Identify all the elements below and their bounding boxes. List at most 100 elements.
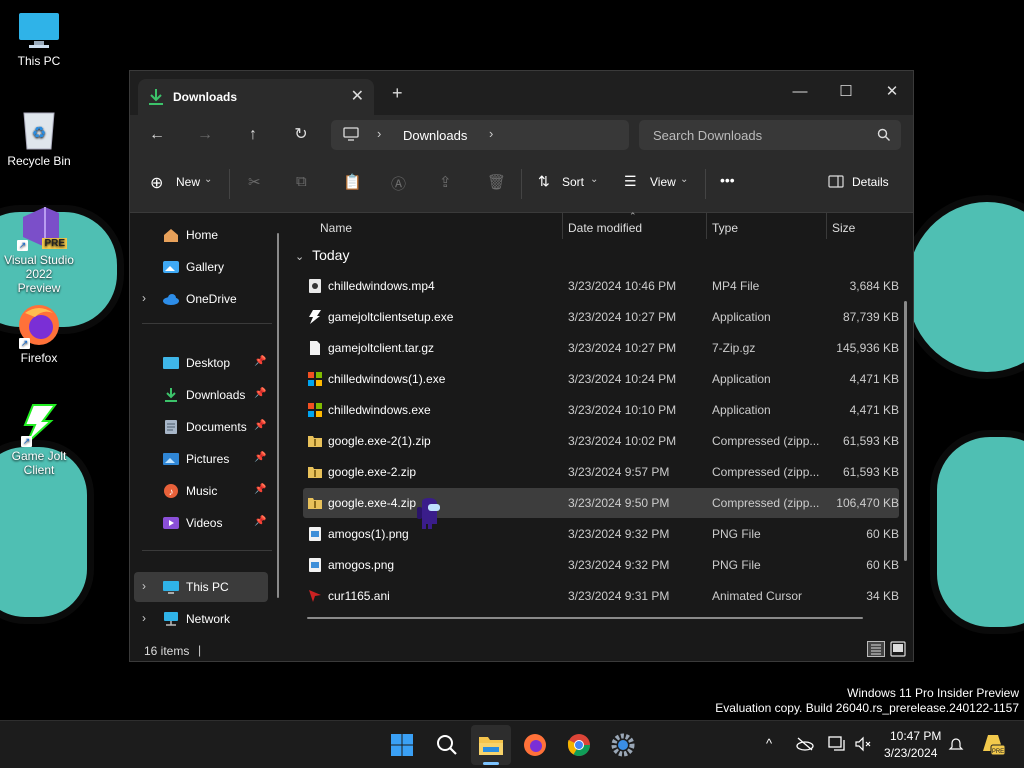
- desktop-icon-firefox[interactable]: ↗ Firefox: [4, 303, 74, 365]
- paste-icon[interactable]: 📋: [343, 173, 362, 191]
- tab-downloads[interactable]: Downloads ✕: [138, 79, 374, 115]
- chevron-right-icon[interactable]: ›: [142, 579, 146, 593]
- chevron-down-icon: ⌄: [204, 174, 213, 185]
- column-divider[interactable]: [706, 213, 707, 239]
- close-window-button[interactable]: ✕: [869, 77, 913, 107]
- sidebar-item-desktop[interactable]: Desktop 📌: [134, 348, 268, 378]
- taskbar-file-explorer[interactable]: [471, 725, 511, 765]
- pin-icon[interactable]: 📌: [254, 420, 266, 431]
- list-item[interactable]: chilledwindows.mp4 3/23/2024 10:46 PM MP…: [303, 271, 899, 301]
- share-icon[interactable]: ⇪: [439, 173, 452, 191]
- column-header-size[interactable]: Size: [832, 221, 855, 235]
- pin-icon[interactable]: 📌: [254, 484, 266, 495]
- sort-icon: ⇅: [538, 173, 550, 189]
- clock-time[interactable]: 10:47 PM: [890, 729, 941, 743]
- sidebar-item-network[interactable]: › Network: [134, 604, 268, 634]
- sidebar-item-onedrive[interactable]: › OneDrive: [134, 284, 268, 314]
- start-button[interactable]: [382, 725, 422, 765]
- sidebar-item-documents[interactable]: Documents 📌: [134, 412, 268, 442]
- windows-app-icon: [307, 371, 323, 387]
- list-item[interactable]: gamejoltclientsetup.exe 3/23/2024 10:27 …: [303, 302, 899, 332]
- tab-title: Downloads: [173, 90, 238, 104]
- sidebar-item-label: Network: [186, 612, 231, 626]
- delete-icon[interactable]: 🗑: [487, 173, 506, 191]
- sidebar-item-pictures[interactable]: Pictures 📌: [134, 444, 268, 474]
- close-tab-icon[interactable]: ✕: [351, 86, 364, 106]
- new-tab-button[interactable]: +: [392, 83, 403, 104]
- maximize-button[interactable]: ☐: [823, 77, 869, 107]
- column-header-type[interactable]: Type: [712, 221, 738, 235]
- chevron-right-icon[interactable]: ›: [142, 291, 146, 305]
- cut-icon[interactable]: ✂: [248, 173, 261, 191]
- file-type: Application: [712, 310, 771, 324]
- nav-scrollbar[interactable]: [277, 233, 279, 598]
- taskbar-firefox[interactable]: [515, 725, 555, 765]
- back-button[interactable]: ←: [144, 123, 170, 147]
- group-header-today[interactable]: ⌄ Today: [295, 247, 349, 263]
- show-hidden-icons-button[interactable]: ^: [766, 736, 772, 751]
- chrome-icon: [567, 734, 590, 756]
- pictures-icon: [162, 451, 180, 467]
- refresh-button[interactable]: ↻: [288, 123, 314, 147]
- desktop-icon-visual-studio[interactable]: PRE ↗ Visual Studio 2022 Preview: [4, 205, 74, 295]
- taskbar-chrome[interactable]: [559, 725, 599, 765]
- notifications-bell-icon[interactable]: [948, 736, 964, 755]
- more-options-button[interactable]: •••: [720, 172, 735, 188]
- chevron-right-icon[interactable]: ›: [142, 611, 146, 625]
- details-view-icon[interactable]: [867, 641, 885, 657]
- title-bar: Downloads ✕ + — ☐ ✕: [130, 71, 913, 115]
- watermark-line-1: Windows 11 Pro Insider Preview: [847, 686, 1019, 700]
- clock-date[interactable]: 3/23/2024: [884, 746, 937, 760]
- list-item[interactable]: chilledwindows(1).exe 3/23/2024 10:24 PM…: [303, 364, 899, 394]
- pin-icon[interactable]: 📌: [254, 516, 266, 527]
- desktop-icon-this-pc[interactable]: This PC: [4, 12, 74, 68]
- forward-button[interactable]: →: [192, 123, 218, 147]
- network-icon[interactable]: [828, 736, 846, 755]
- list-item[interactable]: google.exe-2(1).zip 3/23/2024 10:02 PM C…: [303, 426, 899, 456]
- volume-muted-icon[interactable]: [854, 736, 872, 755]
- desktop-icon-recycle-bin[interactable]: ♻ Recycle Bin: [4, 108, 74, 168]
- list-item[interactable]: gamejoltclient.tar.gz 3/23/2024 10:27 PM…: [303, 333, 899, 363]
- search-input[interactable]: Search Downloads: [639, 120, 901, 150]
- column-divider[interactable]: [562, 213, 563, 239]
- sidebar-item-music[interactable]: ♪ Music 📌: [134, 476, 268, 506]
- list-item[interactable]: google.exe-2.zip 3/23/2024 9:57 PM Compr…: [303, 457, 899, 487]
- sidebar-item-this-pc[interactable]: › This PC: [134, 572, 268, 602]
- file-name: google.exe-2(1).zip: [328, 434, 431, 448]
- tiles-view-icon[interactable]: [890, 641, 906, 660]
- cloud-icon: [162, 291, 180, 307]
- taskbar-settings[interactable]: [603, 725, 643, 765]
- address-bar[interactable]: › Downloads ›: [331, 120, 629, 150]
- file-type: Application: [712, 403, 771, 417]
- column-divider[interactable]: [826, 213, 827, 239]
- column-header-date[interactable]: Date modified: [568, 221, 642, 235]
- copilot-preview-icon[interactable]: PRE: [980, 731, 1006, 760]
- search-icon: [437, 735, 457, 755]
- wallpaper-shape: [930, 430, 1024, 634]
- breadcrumb-downloads[interactable]: Downloads: [403, 128, 467, 143]
- pin-icon[interactable]: 📌: [254, 356, 266, 367]
- rename-icon[interactable]: Ⓐ: [391, 173, 406, 194]
- list-item[interactable]: chilledwindows.exe 3/23/2024 10:10 PM Ap…: [303, 395, 899, 425]
- search-button[interactable]: [427, 725, 467, 765]
- minimize-button[interactable]: —: [777, 77, 823, 107]
- up-button[interactable]: ↑: [240, 123, 266, 147]
- pin-icon[interactable]: 📌: [254, 388, 266, 399]
- sidebar-item-gallery[interactable]: Gallery: [134, 252, 268, 282]
- list-item[interactable]: amogos(1).png 3/23/2024 9:32 PM PNG File…: [303, 519, 899, 549]
- list-item-selected[interactable]: google.exe-4.zip 3/23/2024 9:50 PM Compr…: [303, 488, 899, 529]
- list-item[interactable]: cur1165.ani 3/23/2024 9:31 PM Animated C…: [303, 581, 899, 611]
- copy-icon[interactable]: ⧉: [296, 173, 307, 190]
- chevron-right-icon[interactable]: ›: [489, 126, 493, 141]
- sidebar-item-videos[interactable]: Videos 📌: [134, 508, 268, 538]
- onedrive-offline-icon[interactable]: [796, 736, 814, 755]
- vertical-scrollbar[interactable]: [904, 301, 907, 561]
- sidebar-item-downloads[interactable]: Downloads 📌: [134, 380, 268, 410]
- shortcut-arrow-icon: ↗: [21, 436, 32, 447]
- horizontal-scrollbar[interactable]: [307, 617, 863, 619]
- desktop-icon-game-jolt[interactable]: ↗ Game Jolt Client: [4, 403, 74, 477]
- column-header-name[interactable]: Name: [320, 221, 352, 235]
- list-item[interactable]: amogos.png 3/23/2024 9:32 PM PNG File 60…: [303, 550, 899, 580]
- pin-icon[interactable]: 📌: [254, 452, 266, 463]
- sidebar-item-home[interactable]: Home: [134, 220, 268, 250]
